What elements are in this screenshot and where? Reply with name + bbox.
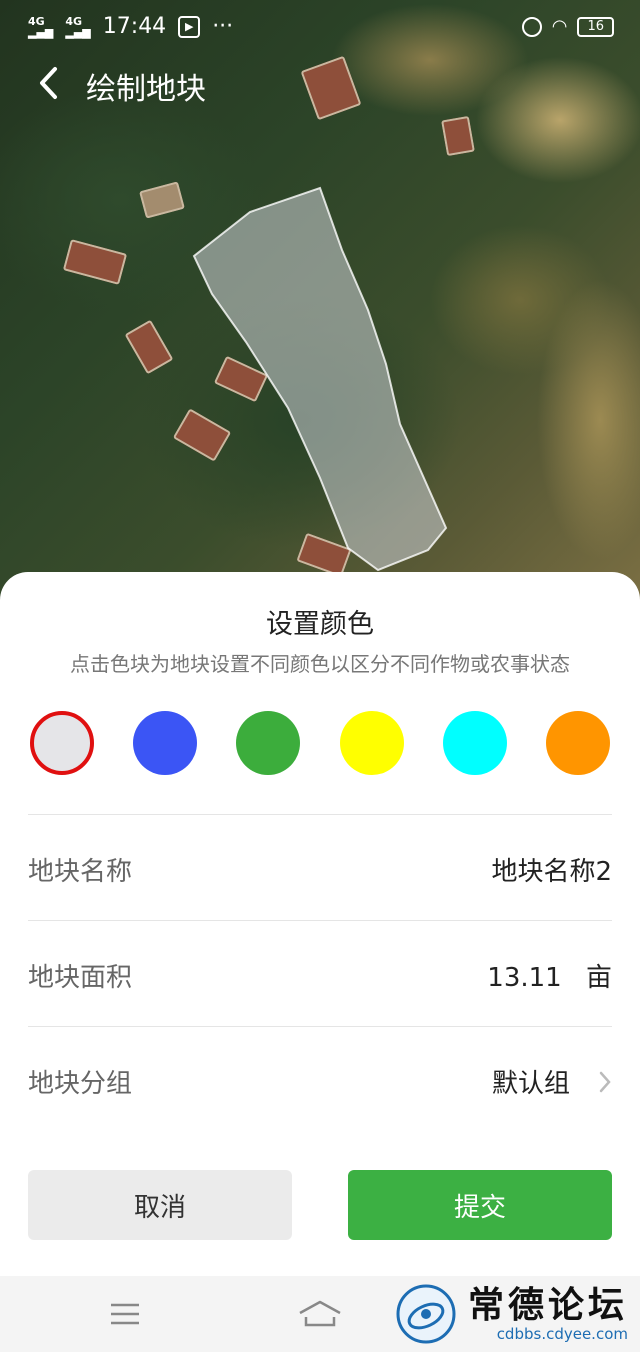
color-swatch-cyan[interactable] (443, 711, 507, 775)
menu-button[interactable] (95, 1294, 155, 1334)
forum-logo-icon (396, 1284, 456, 1344)
group-name: 默认组 (491, 1069, 570, 1099)
status-bar: 4G ▂▄▆ 4G ▂▄▆ 17:44 ▶ ··· ◠ 16 (0, 0, 640, 56)
watermark-title: 常德论坛 (467, 1284, 628, 1326)
chevron-left-icon (40, 67, 57, 99)
plot-name-row[interactable]: 地块名称 地块名称2 (28, 814, 612, 920)
alarm-icon (521, 16, 542, 37)
area-unit: 亩 (585, 963, 612, 993)
battery-indicator: 16 (577, 16, 614, 37)
system-nav-bar: 常德论坛 cdbbs.cdyee.com (0, 1276, 640, 1352)
plot-group-row[interactable]: 地块分组 默认组 (28, 1026, 612, 1132)
submit-button[interactable]: 提交 (348, 1170, 612, 1240)
network-type-2: 4G (65, 14, 83, 28)
sheet-title: 设置颜色 (266, 609, 374, 640)
home-icon (299, 1300, 341, 1327)
network-type-1: 4G (28, 14, 45, 28)
area-number: 13.11 (487, 963, 562, 993)
signal-icon: 4G ▂▄▆ (28, 14, 54, 39)
color-swatch-gray[interactable] (30, 711, 94, 775)
chevron-right-icon (599, 1071, 611, 1092)
watermark-url: cdbbs.cdyee.com (496, 1325, 628, 1343)
plot-name-label: 地块名称 (28, 857, 133, 887)
status-time: 17:44 (102, 14, 167, 39)
cancel-button[interactable]: 取消 (28, 1170, 292, 1240)
color-swatch-orange[interactable] (546, 711, 610, 775)
more-status-icon: ··· (212, 14, 234, 39)
color-swatch-yellow[interactable] (340, 711, 404, 775)
color-settings-sheet: 设置颜色 点击色块为地块设置不同颜色以区分不同作物或农事状态 地块名称 地块名称… (0, 572, 640, 1276)
play-icon: ▶ (178, 15, 201, 38)
plot-name-value: 地块名称2 (491, 857, 612, 887)
sheet-subtitle: 点击色块为地块设置不同颜色以区分不同作物或农事状态 (70, 652, 570, 676)
menu-icon (111, 1303, 139, 1325)
plot-area-label: 地块面积 (28, 963, 133, 993)
plot-group-label: 地块分组 (28, 1069, 133, 1099)
plot-area-value: 13.11 亩 (487, 957, 612, 994)
app-bar: 绘制地块 (0, 56, 640, 110)
plot-area-row: 地块面积 13.11 亩 (28, 920, 612, 1026)
page-title: 绘制地块 (86, 72, 206, 107)
color-swatch-green[interactable] (236, 711, 300, 775)
watermark: 常德论坛 cdbbs.cdyee.com (394, 1278, 628, 1350)
color-swatch-blue[interactable] (133, 711, 197, 775)
signal-icon: 4G ▂▄▆ (65, 14, 91, 39)
plot-group-value: 默认组 (492, 1063, 612, 1100)
home-button[interactable] (290, 1294, 350, 1334)
wifi-icon: ◠ (551, 16, 568, 37)
back-button[interactable] (28, 60, 68, 106)
